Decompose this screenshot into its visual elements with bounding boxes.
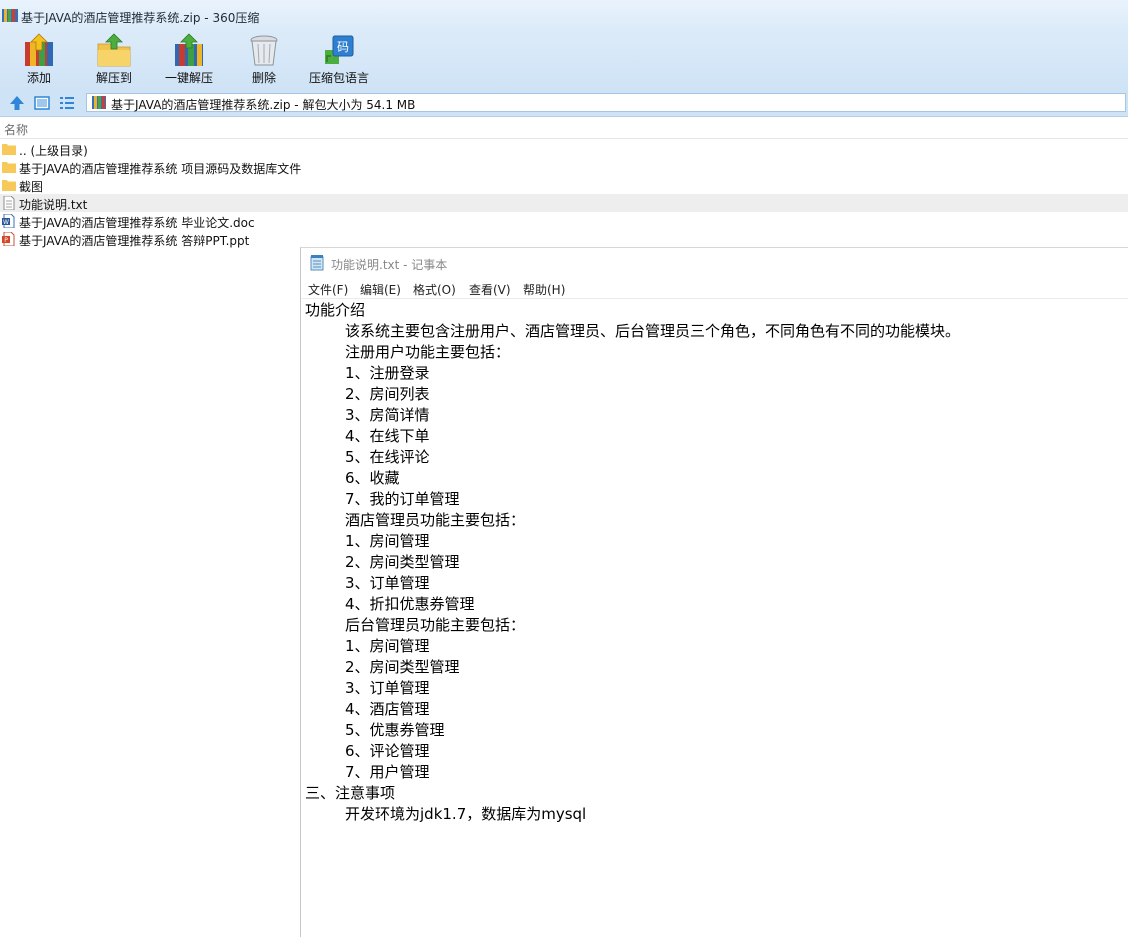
- doc-file-icon: W: [2, 214, 15, 228]
- file-name: 基于JAVA的酒店管理推荐系统 毕业论文.doc: [19, 216, 255, 230]
- zip-titlebar: 基于JAVA的酒店管理推荐系统.zip - 360压缩: [0, 0, 1128, 30]
- large-icon-view-icon[interactable]: [33, 94, 51, 112]
- file-row-ppt[interactable]: P 基于JAVA的酒店管理推荐系统 答辩PPT.ppt: [0, 230, 1128, 248]
- name-column-header[interactable]: 名称: [0, 118, 1128, 139]
- file-list: .. (上级目录) 基于JAVA的酒店管理推荐系统 项目源码及数据库文件 截图 …: [0, 140, 1128, 248]
- name-column-label: 名称: [4, 123, 29, 137]
- text-line: 5、在线评论: [345, 448, 430, 466]
- text-line: 三、注意事项: [305, 784, 396, 802]
- text-line: 开发环境为jdk1.7，数据库为mysql: [345, 805, 587, 823]
- text-line: 注册用户功能主要包括：: [345, 343, 511, 361]
- extract-to-button[interactable]: 解压到: [86, 30, 142, 88]
- add-button[interactable]: 添加: [14, 30, 64, 88]
- menu-edit[interactable]: 编辑(E): [360, 281, 401, 298]
- text-line: 4、折扣优惠券管理: [345, 595, 475, 613]
- menu-help[interactable]: 帮助(H): [523, 281, 565, 298]
- zip-toolbar: 添加 解压到 一键解压 删除 码 压缩包语言: [0, 30, 1128, 90]
- archive-language-button[interactable]: 码 压缩包语言: [304, 30, 374, 88]
- extract-to-icon: [97, 33, 131, 67]
- delete-icon: [250, 35, 278, 66]
- text-line: 该系统主要包含注册用户、酒店管理员、后台管理员三个角色，不同角色有不同的功能模块…: [345, 322, 961, 340]
- zip-file-icon: [92, 96, 106, 109]
- add-label: 添加: [26, 71, 51, 85]
- text-line: 4、酒店管理: [345, 700, 430, 718]
- svg-text:P: P: [4, 237, 8, 244]
- file-row-screenshots-folder[interactable]: 截图: [0, 176, 1128, 194]
- extract-to-label: 解压到: [95, 71, 132, 85]
- text-line: 2、房间列表: [345, 385, 430, 403]
- text-line: 3、订单管理: [345, 574, 430, 592]
- file-name: 基于JAVA的酒店管理推荐系统 答辩PPT.ppt: [19, 234, 250, 248]
- file-name: 截图: [19, 180, 44, 194]
- text-line: 1、注册登录: [345, 364, 430, 382]
- menu-file[interactable]: 文件(F): [308, 281, 348, 298]
- delete-label: 删除: [251, 71, 276, 85]
- archive-language-label: 压缩包语言: [308, 71, 369, 85]
- delete-button[interactable]: 删除: [240, 30, 288, 88]
- address-bar: 基于JAVA的酒店管理推荐系统.zip - 解包大小为 54.1 MB: [0, 90, 1128, 117]
- text-line: 3、房简详情: [345, 406, 430, 424]
- file-row-parent-dir[interactable]: .. (上级目录): [0, 140, 1128, 158]
- text-line: 1、房间管理: [345, 532, 430, 550]
- text-line: 6、评论管理: [345, 742, 430, 760]
- notepad-icon: [310, 255, 324, 271]
- folder-icon: [2, 144, 16, 155]
- list-view-icon[interactable]: [58, 94, 76, 112]
- ppt-file-icon: P: [2, 232, 15, 246]
- address-text: 基于JAVA的酒店管理推荐系统.zip - 解包大小为 54.1 MB: [111, 98, 416, 112]
- file-name: 基于JAVA的酒店管理推荐系统 项目源码及数据库文件: [19, 162, 302, 176]
- text-line: 2、房间类型管理: [345, 553, 460, 571]
- address-field[interactable]: 基于JAVA的酒店管理推荐系统.zip - 解包大小为 54.1 MB: [86, 93, 1126, 112]
- text-line: 酒店管理员功能主要包括：: [345, 511, 526, 529]
- notepad-title: 功能说明.txt - 记事本: [331, 258, 448, 272]
- one-click-extract-label: 一键解压: [164, 71, 213, 85]
- text-line: 2、房间类型管理: [345, 658, 460, 676]
- svg-text:码: 码: [337, 40, 349, 54]
- text-line: 1、房间管理: [345, 637, 430, 655]
- file-row-doc[interactable]: W 基于JAVA的酒店管理推荐系统 毕业论文.doc: [0, 212, 1128, 230]
- file-row-source-folder[interactable]: 基于JAVA的酒店管理推荐系统 项目源码及数据库文件: [0, 158, 1128, 176]
- notepad-titlebar: 功能说明.txt - 记事本: [301, 248, 1128, 278]
- file-name: .. (上级目录): [19, 144, 88, 158]
- text-line: 4、在线下单: [345, 427, 430, 445]
- text-line: 功能介绍: [305, 301, 366, 319]
- text-line: 6、收藏: [345, 469, 400, 487]
- notepad-window: 功能说明.txt - 记事本 文件(F) 编辑(E) 格式(O) 查看(V) 帮…: [300, 247, 1128, 937]
- archive-language-icon: 码: [325, 35, 354, 64]
- txt-file-icon: [3, 196, 15, 210]
- text-line: 3、订单管理: [345, 679, 430, 697]
- menu-format[interactable]: 格式(O): [413, 281, 456, 298]
- folder-icon: [2, 180, 16, 191]
- file-name: 功能说明.txt: [19, 198, 88, 212]
- add-icon: [25, 33, 53, 66]
- text-line: 后台管理员功能主要包括：: [345, 616, 526, 634]
- text-line: 7、用户管理: [345, 763, 430, 781]
- text-line: 5、优惠券管理: [345, 721, 445, 739]
- file-row-txt[interactable]: 功能说明.txt: [0, 194, 1128, 212]
- svg-text:W: W: [3, 219, 9, 226]
- menu-view[interactable]: 查看(V): [469, 281, 511, 298]
- folder-icon: [2, 162, 16, 173]
- notepad-text-area[interactable]: 功能介绍该系统主要包含注册用户、酒店管理员、后台管理员三个角色，不同角色有不同的…: [305, 300, 1125, 825]
- one-click-extract-button[interactable]: 一键解压: [160, 30, 218, 88]
- notepad-menubar: 文件(F) 编辑(E) 格式(O) 查看(V) 帮助(H): [301, 278, 1128, 299]
- text-line: 7、我的订单管理: [345, 490, 460, 508]
- zip-app-icon: [2, 9, 18, 22]
- up-arrow-icon[interactable]: [8, 94, 26, 112]
- zip-window-title: 基于JAVA的酒店管理推荐系统.zip - 360压缩: [21, 11, 260, 25]
- one-click-extract-icon: [175, 33, 203, 66]
